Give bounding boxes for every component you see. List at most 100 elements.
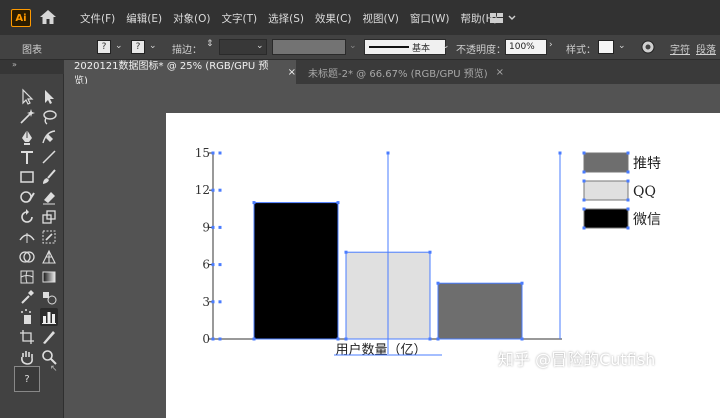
menu-edit[interactable]: 编辑(E) [126, 11, 162, 26]
menu-window[interactable]: 窗口(W) [410, 11, 450, 26]
anchor-point [626, 207, 630, 211]
opacity-arrow-icon[interactable]: › [549, 40, 553, 50]
type-tool-icon[interactable] [18, 148, 36, 166]
anchor-point [336, 201, 340, 205]
shape-builder-tool-icon[interactable] [18, 248, 36, 266]
anchor-point [336, 337, 340, 341]
tab-document-1[interactable]: 2020121数据图标* @ 25% (RGB/GPU 预览) × [64, 60, 296, 87]
magic-wand-tool-icon[interactable] [18, 108, 36, 126]
tab-label: 未标题-2* @ 66.67% (RGB/GPU 预览) [308, 68, 488, 80]
column-graph-tool-icon[interactable] [40, 308, 58, 326]
selection-tool-icon[interactable] [18, 88, 36, 106]
menu-select[interactable]: 选择(S) [268, 11, 304, 26]
stroke-swatch[interactable]: ? [131, 40, 145, 54]
legend-label-2: QQ [633, 184, 656, 200]
style-dropdown-icon[interactable]: ⌄ [618, 41, 626, 51]
fill-swatch[interactable]: ? [97, 40, 111, 54]
line-segment-tool-icon[interactable] [40, 148, 58, 166]
watermark: 知乎 @冒险的Cutfish [498, 350, 656, 369]
anchor-point [626, 198, 630, 202]
curvature-tool-icon[interactable] [40, 128, 58, 146]
anchor-point [428, 250, 432, 254]
graphic-style-swatch[interactable] [598, 40, 614, 54]
anchor-point [344, 337, 348, 341]
canvas-area[interactable]: 0 3 6 9 12 15 用户数量（亿） 推特 QQ 微信 知乎 @冒险的Cutfish [64, 84, 720, 418]
direct-selection-tool-icon[interactable] [40, 88, 58, 106]
eraser-tool-icon[interactable] [40, 188, 58, 206]
brush-definition[interactable]: 基本 [364, 39, 446, 55]
stroke-dropdown-icon[interactable]: ⌄ [149, 41, 157, 51]
anchor-point [582, 226, 586, 230]
rotate-tool-icon[interactable] [18, 208, 36, 226]
fill-stroke-indicator[interactable]: ? [14, 366, 40, 392]
menu-bar: Ai 文件(F) 编辑(E) 对象(O) 文字(T) 选择(S) 效果(C) 视… [0, 0, 720, 35]
recolor-artwork-icon[interactable] [641, 40, 655, 54]
anchor-point [582, 207, 586, 211]
eyedropper-tool-icon[interactable] [18, 288, 36, 306]
anchor-point [428, 337, 432, 341]
menu-type[interactable]: 文字(T) [222, 11, 258, 26]
y-tick-label: 6 [202, 258, 210, 272]
tools-panel: » ? ↖ [0, 60, 64, 418]
selection-type-label: 图表 [22, 45, 42, 56]
stroke-weight-stepper-icon[interactable]: ⇕ [206, 39, 214, 49]
bar-3 [437, 282, 523, 340]
menu-file[interactable]: 文件(F) [80, 11, 115, 26]
anchor-point [626, 151, 630, 155]
basic-stroke-line [369, 46, 409, 48]
slice-tool-icon[interactable] [40, 328, 58, 346]
panel-grip[interactable]: » [0, 60, 64, 74]
menu-view[interactable]: 视图(V) [363, 11, 399, 26]
paintbrush-tool-icon[interactable] [40, 168, 58, 186]
anchor-point [626, 226, 630, 230]
anchor-point [436, 281, 440, 285]
profile-dropdown-icon[interactable]: ⌄ [349, 41, 357, 51]
anchor-point [558, 151, 562, 155]
menu-object[interactable]: 对象(O) [173, 11, 210, 26]
anchor-point [218, 337, 222, 341]
opacity-field[interactable]: 100% [505, 39, 547, 55]
menu-list: 文件(F) 编辑(E) 对象(O) 文字(T) 选择(S) 效果(C) 视图(V… [80, 11, 509, 26]
anchor-point [520, 337, 524, 341]
tab-document-2[interactable]: 未标题-2* @ 66.67% (RGB/GPU 预览) × [298, 60, 508, 84]
free-transform-tool-icon[interactable] [40, 228, 58, 246]
paragraph-panel-link[interactable]: 段落 [696, 41, 716, 56]
bar-1 [253, 202, 339, 340]
anchor-point [582, 198, 586, 202]
fill-dropdown-icon[interactable]: ⌄ [115, 41, 123, 51]
pen-tool-icon[interactable] [18, 128, 36, 146]
shaper-tool-icon[interactable] [18, 188, 36, 206]
symbol-sprayer-tool-icon[interactable] [18, 308, 36, 326]
brush-dropdown-icon[interactable]: ⌄ [442, 41, 450, 51]
column-chart[interactable]: 0 3 6 9 12 15 用户数量（亿） 推特 QQ 微信 [166, 113, 720, 418]
close-icon[interactable]: × [288, 67, 296, 78]
stroke-weight-dropdown-icon[interactable]: ⌄ [256, 41, 264, 51]
anchor-point [582, 179, 586, 183]
gradient-tool-icon[interactable] [40, 268, 58, 286]
perspective-grid-tool-icon[interactable] [40, 248, 58, 266]
scale-tool-icon[interactable] [40, 208, 58, 226]
brush-label: 基本 [412, 44, 431, 54]
width-tool-icon[interactable] [18, 228, 36, 246]
hand-tool-icon[interactable] [18, 348, 36, 366]
blend-tool-icon[interactable] [40, 288, 58, 306]
home-icon[interactable] [40, 10, 56, 24]
anchor-point [218, 151, 222, 155]
legend-label-1: 推特 [633, 156, 661, 172]
swap-fill-stroke-icon[interactable]: ↖ [50, 364, 58, 374]
arrange-documents-icon[interactable] [490, 11, 520, 25]
y-tick-label: 0 [202, 332, 210, 346]
variable-width-profile[interactable] [272, 39, 346, 55]
artboard-tool-icon[interactable] [18, 328, 36, 346]
anchor-point [386, 151, 390, 155]
character-panel-link[interactable]: 字符 [670, 41, 690, 56]
menu-effect[interactable]: 效果(C) [315, 11, 352, 26]
legend-label-3: 微信 [633, 212, 661, 228]
mesh-tool-icon[interactable] [18, 268, 36, 286]
rectangle-tool-icon[interactable] [18, 168, 36, 186]
lasso-tool-icon[interactable] [40, 108, 58, 126]
y-tick-label: 9 [202, 220, 210, 234]
close-icon[interactable]: × [496, 67, 504, 78]
anchor-point [252, 337, 256, 341]
opacity-label: 不透明度： [456, 45, 506, 56]
